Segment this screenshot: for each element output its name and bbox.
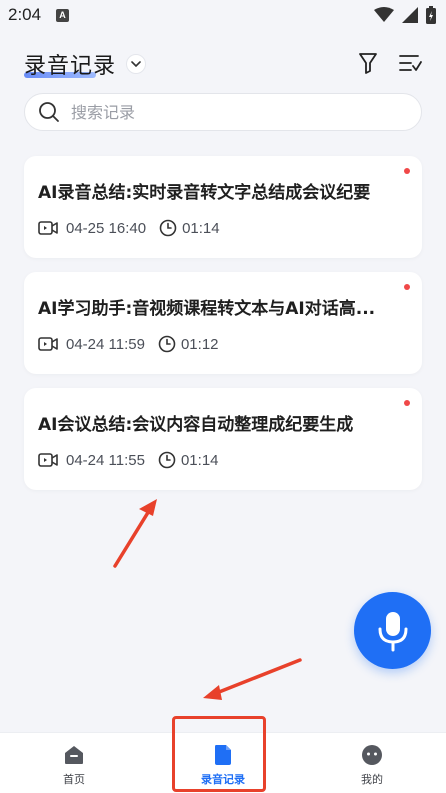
status-icons bbox=[374, 6, 436, 24]
record-meta: 04-25 16:40 01:14 bbox=[38, 218, 220, 238]
nav-label: 我的 bbox=[361, 773, 383, 786]
video-icon bbox=[38, 218, 58, 238]
chevron-down-icon[interactable] bbox=[126, 54, 147, 74]
record-duration: 01:14 bbox=[182, 219, 220, 237]
unread-dot bbox=[404, 168, 410, 174]
record-card[interactable]: AI会议总结:会议内容自动整理成纪要生成 04-24 11:55 01:14 bbox=[24, 388, 422, 490]
header: 录音记录 bbox=[0, 42, 446, 86]
record-mic-button[interactable] bbox=[354, 592, 431, 669]
record-card[interactable]: AI学习助手:音视频课程转文本与AI对话高... 04-24 11:59 01:… bbox=[24, 272, 422, 374]
annotation-arrow-to-card bbox=[113, 499, 157, 568]
clock-icon bbox=[157, 334, 177, 354]
battery-icon bbox=[426, 6, 436, 24]
home-icon bbox=[62, 744, 86, 766]
record-meta: 04-24 11:59 01:12 bbox=[38, 334, 219, 354]
record-card[interactable]: AI录音总结:实时录音转文字总结成会议纪要 04-25 16:40 01:14 bbox=[24, 156, 422, 258]
profile-icon bbox=[360, 744, 384, 766]
search-icon bbox=[37, 100, 61, 124]
document-icon bbox=[211, 744, 235, 766]
unread-dot bbox=[404, 284, 410, 290]
record-date: 04-24 11:55 bbox=[66, 451, 145, 469]
nav-mine[interactable]: 我的 bbox=[322, 733, 422, 793]
nav-label: 首页 bbox=[63, 773, 85, 786]
nav-label: 录音记录 bbox=[201, 773, 245, 786]
signal-icon bbox=[402, 7, 418, 23]
record-meta: 04-24 11:55 01:14 bbox=[38, 450, 219, 470]
record-title: AI会议总结:会议内容自动整理成纪要生成 bbox=[38, 415, 354, 435]
record-date: 04-25 16:40 bbox=[66, 219, 147, 237]
clock-icon bbox=[158, 218, 178, 238]
nav-home[interactable]: 首页 bbox=[24, 733, 124, 793]
nav-records[interactable]: 录音记录 bbox=[173, 733, 273, 793]
record-title: AI学习助手:音视频课程转文本与AI对话高... bbox=[38, 299, 376, 319]
notification-app-icon: A bbox=[56, 9, 69, 22]
filter-icon[interactable] bbox=[355, 50, 381, 76]
search-bar[interactable] bbox=[24, 93, 422, 131]
unread-dot bbox=[404, 400, 410, 406]
title-dropdown[interactable]: 录音记录 bbox=[24, 48, 147, 80]
microphone-icon bbox=[378, 611, 407, 651]
search-input[interactable] bbox=[71, 102, 371, 122]
annotation-arrow-to-nav bbox=[203, 658, 302, 700]
video-icon bbox=[38, 450, 58, 470]
clock-icon bbox=[157, 450, 177, 470]
sort-icon[interactable] bbox=[397, 50, 423, 76]
page-title: 录音记录 bbox=[24, 53, 117, 78]
status-bar: 2:04 A bbox=[0, 0, 446, 32]
bottom-nav: 首页 录音记录 我的 bbox=[0, 732, 446, 793]
record-duration: 01:14 bbox=[180, 451, 219, 469]
record-duration: 01:12 bbox=[180, 335, 219, 353]
wifi-icon bbox=[374, 7, 394, 22]
record-title: AI录音总结:实时录音转文字总结成会议纪要 bbox=[38, 183, 371, 203]
record-date: 04-24 11:59 bbox=[66, 335, 145, 353]
video-icon bbox=[38, 334, 58, 354]
status-time: 2:04 bbox=[8, 5, 42, 24]
